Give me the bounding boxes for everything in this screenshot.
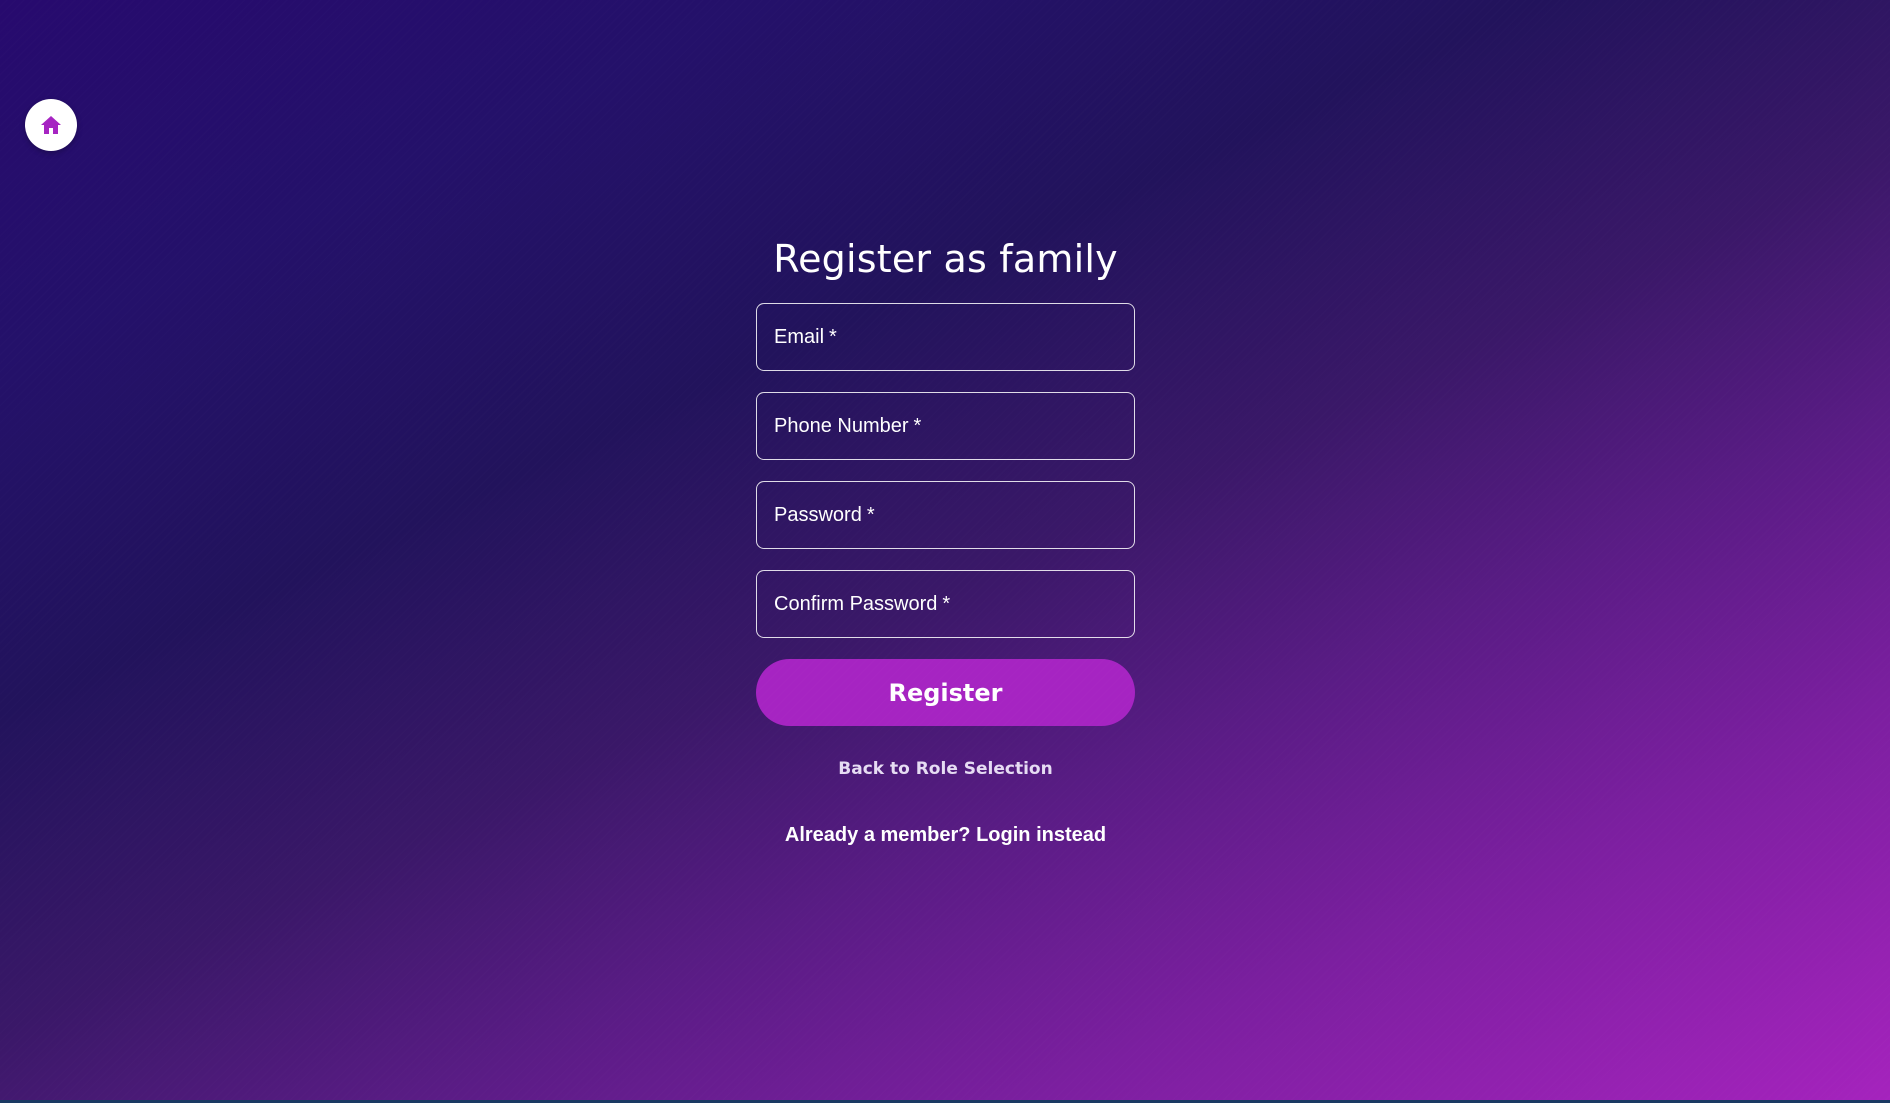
phone-number-field[interactable]: Phone Number * xyxy=(756,392,1135,460)
required-marker: * xyxy=(866,503,875,526)
home-button[interactable] xyxy=(25,99,77,151)
register-button[interactable]: Register xyxy=(756,659,1135,726)
email-field[interactable]: Email * xyxy=(756,303,1135,371)
required-marker: * xyxy=(829,325,837,348)
phone-number-field-label: Phone Number xyxy=(774,414,909,437)
page-title: Register as family xyxy=(773,237,1118,281)
email-field-label: Email xyxy=(774,325,825,348)
home-icon xyxy=(40,115,62,135)
login-instead-link[interactable]: Already a member? Login instead xyxy=(785,824,1106,846)
back-to-role-selection-link[interactable]: Back to Role Selection xyxy=(838,759,1052,779)
confirm-password-field-label: Confirm Password xyxy=(774,592,938,615)
registration-form: Register as family Email * Phone Number … xyxy=(756,230,1135,846)
required-marker: * xyxy=(942,592,951,615)
registration-screen: Register as family Email * Phone Number … xyxy=(0,0,1890,1100)
password-field[interactable]: Password * xyxy=(756,481,1135,549)
password-field-label: Password xyxy=(774,503,862,526)
required-marker: * xyxy=(913,414,922,437)
confirm-password-field[interactable]: Confirm Password * xyxy=(756,570,1135,638)
